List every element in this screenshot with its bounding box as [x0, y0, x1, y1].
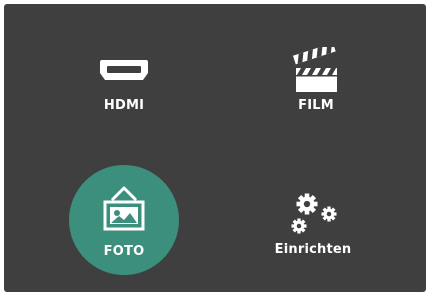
projector-home-menu: HDMI FILM FOTO Einrichten	[4, 4, 426, 292]
menu-item-hdmi[interactable]: HDMI	[69, 31, 179, 141]
menu-item-label: FILM	[298, 98, 334, 113]
hdmi-icon	[69, 45, 179, 97]
menu-item-einrichten[interactable]: Einrichten	[258, 175, 368, 285]
menu-item-label: FOTO	[103, 244, 145, 259]
gears-icon	[258, 189, 368, 241]
menu-item-film[interactable]: FILM	[261, 31, 371, 141]
menu-item-foto[interactable]: FOTO	[69, 165, 179, 275]
photo-icon	[69, 181, 179, 233]
menu-item-label: Einrichten	[274, 242, 352, 257]
clapperboard-icon	[261, 45, 371, 97]
menu-item-label: HDMI	[103, 98, 145, 113]
